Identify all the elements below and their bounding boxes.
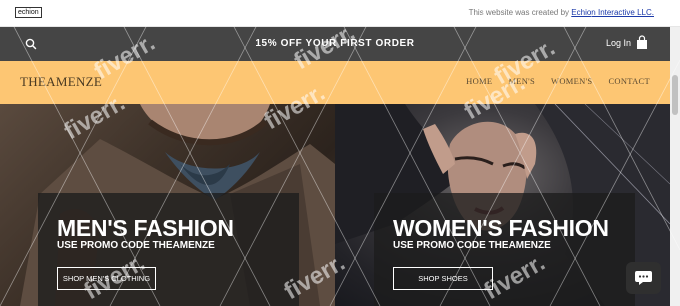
nav-item-mens[interactable]: MEN'S [508,76,535,86]
page: echion This website was created by Echio… [0,0,680,306]
credit-link[interactable]: Echion Interactive LLC. [571,8,654,17]
chat-button[interactable] [626,262,661,294]
promo-text: 15% OFF YOUR FIRST ORDER [255,38,415,49]
nav-item-home[interactable]: HOME [466,76,492,86]
scrollbar[interactable] [670,27,680,306]
hero-women-overlay: WOMEN'S FASHION USE PROMO CODE THEAMENZE… [374,193,635,306]
hero-women-title: WOMEN'S FASHION [393,215,609,241]
hero-men-subtitle: USE PROMO CODE THEAMENZE [57,240,215,251]
nav-bar: THEAMENZE HOME MEN'S WOMEN'S CONTACT [0,61,670,104]
credit-bar: echion This website was created by Echio… [0,0,680,27]
hero-men-overlay: MEN'S FASHION USE PROMO CODE THEAMENZE S… [38,193,299,306]
credit-text: This website was created by Echion Inter… [469,8,654,17]
shop-shoes-button[interactable]: SHOP SHOES [393,267,493,290]
nav-item-contact[interactable]: CONTACT [608,76,650,86]
promo-bar: 15% OFF YOUR FIRST ORDER Log In [0,27,670,61]
nav-item-womens[interactable]: WOMEN'S [551,76,592,86]
hero-women: WOMEN'S FASHION USE PROMO CODE THEAMENZE… [335,104,670,306]
echion-logo[interactable]: echion [15,7,42,18]
chat-bubble-icon [635,271,652,285]
login-link[interactable]: Log In [606,38,631,48]
nav-menu: HOME MEN'S WOMEN'S CONTACT [466,76,650,86]
hero-men: MEN'S FASHION USE PROMO CODE THEAMENZE S… [0,104,335,306]
shopping-bag-icon[interactable] [636,35,648,50]
scroll-thumb[interactable] [672,75,678,115]
hero-men-title: MEN'S FASHION [57,215,234,241]
credit-label: This website was created by [468,8,572,17]
brand-logo[interactable]: THEAMENZE [20,74,102,90]
shop-mens-clothing-button[interactable]: SHOP MEN'S CLOTHING [57,267,156,290]
hero-women-subtitle: USE PROMO CODE THEAMENZE [393,240,551,251]
